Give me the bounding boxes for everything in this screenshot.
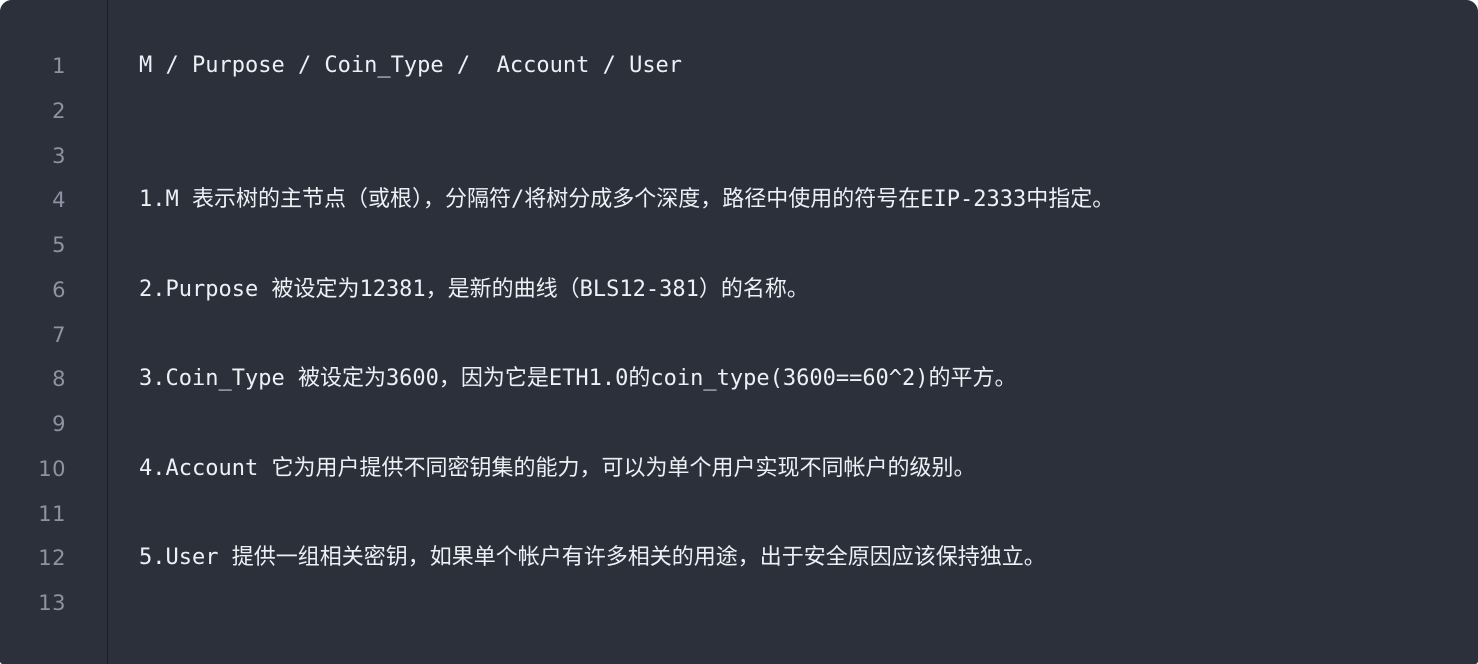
line-number[interactable]: 4 [0, 178, 108, 223]
line-number[interactable]: 3 [0, 134, 108, 179]
code-line[interactable]: 4.Account 它为用户提供不同密钥集的能力，可以为单个用户实现不同帐户的级… [139, 447, 1478, 492]
code-line[interactable]: 3.Coin_Type 被设定为3600，因为它是ETH1.0的coin_typ… [139, 357, 1478, 402]
line-number[interactable]: 12 [0, 536, 108, 581]
code-line-empty[interactable] [139, 581, 1478, 626]
line-number[interactable]: 6 [0, 268, 108, 313]
line-number[interactable]: 10 [0, 447, 108, 492]
line-number[interactable]: 5 [0, 223, 108, 268]
code-line[interactable]: M / Purpose / Coin_Type / Account / User [139, 44, 1478, 89]
code-editor[interactable]: 1 2 3 4 5 6 7 8 9 10 11 12 13 M / Purpos… [0, 0, 1478, 664]
line-number[interactable]: 13 [0, 581, 108, 626]
code-line[interactable]: 1.M 表示树的主节点（或根），分隔符/将树分成多个深度，路径中使用的符号在EI… [139, 178, 1478, 223]
line-number[interactable]: 1 [0, 44, 108, 89]
code-line-empty[interactable] [139, 402, 1478, 447]
code-line-empty[interactable] [139, 89, 1478, 134]
line-number[interactable]: 9 [0, 402, 108, 447]
line-number[interactable]: 8 [0, 357, 108, 402]
code-line-empty[interactable] [139, 313, 1478, 358]
code-content-area[interactable]: M / Purpose / Coin_Type / Account / User… [108, 0, 1478, 664]
line-number-gutter: 1 2 3 4 5 6 7 8 9 10 11 12 13 [0, 0, 109, 664]
code-line-empty[interactable] [139, 223, 1478, 268]
code-line[interactable]: 5.User 提供一组相关密钥，如果单个帐户有许多相关的用途，出于安全原因应该保… [139, 536, 1478, 581]
line-number[interactable]: 7 [0, 313, 108, 358]
code-line-empty[interactable] [139, 134, 1478, 179]
code-line-empty[interactable] [139, 492, 1478, 537]
line-number[interactable]: 2 [0, 89, 108, 134]
code-line[interactable]: 2.Purpose 被设定为12381，是新的曲线（BLS12-381）的名称。 [139, 268, 1478, 313]
line-number[interactable]: 11 [0, 492, 108, 537]
